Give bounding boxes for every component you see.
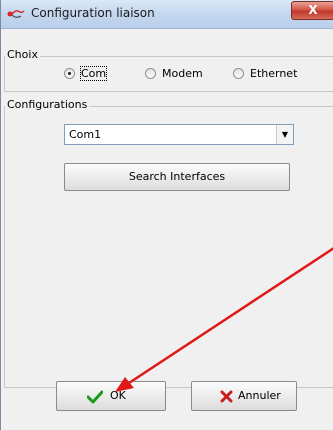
choix-group-label: Choix (5, 48, 40, 61)
configurations-group (4, 106, 333, 388)
radio-ethernet-button[interactable] (233, 68, 244, 79)
cancel-label: Annuler (238, 389, 281, 402)
checkmark-icon (87, 390, 103, 404)
title-bar[interactable]: Configuration liaison X (1, 0, 333, 29)
cross-icon (220, 390, 233, 403)
radio-com-label: Com (79, 66, 108, 81)
radio-modem-button[interactable] (145, 68, 156, 79)
radio-modem-label: Modem (162, 67, 203, 80)
cancel-button[interactable]: Annuler (191, 381, 297, 411)
radio-ethernet[interactable]: Ethernet (233, 67, 313, 83)
configuration-dialog: Configuration liaison X Choix Com Modem … (0, 0, 333, 430)
search-interfaces-button[interactable]: Search Interfaces (64, 163, 290, 191)
window-title: Configuration liaison (31, 6, 155, 20)
search-interfaces-label: Search Interfaces (128, 170, 226, 183)
configuration-select-value: Com1 (69, 128, 102, 141)
radio-modem[interactable]: Modem (145, 67, 215, 83)
close-button[interactable]: X (291, 1, 333, 20)
configuration-select[interactable]: Com1 ▼ (64, 124, 294, 145)
radio-ethernet-label: Ethernet (250, 67, 298, 80)
ok-button[interactable]: OK (56, 381, 166, 411)
chevron-down-icon[interactable]: ▼ (276, 125, 293, 144)
ok-label: OK (110, 389, 126, 402)
configurations-group-label: Configurations (5, 98, 90, 111)
radio-com[interactable]: Com (64, 66, 114, 83)
radio-com-button[interactable] (64, 68, 75, 79)
app-icon (7, 10, 25, 18)
